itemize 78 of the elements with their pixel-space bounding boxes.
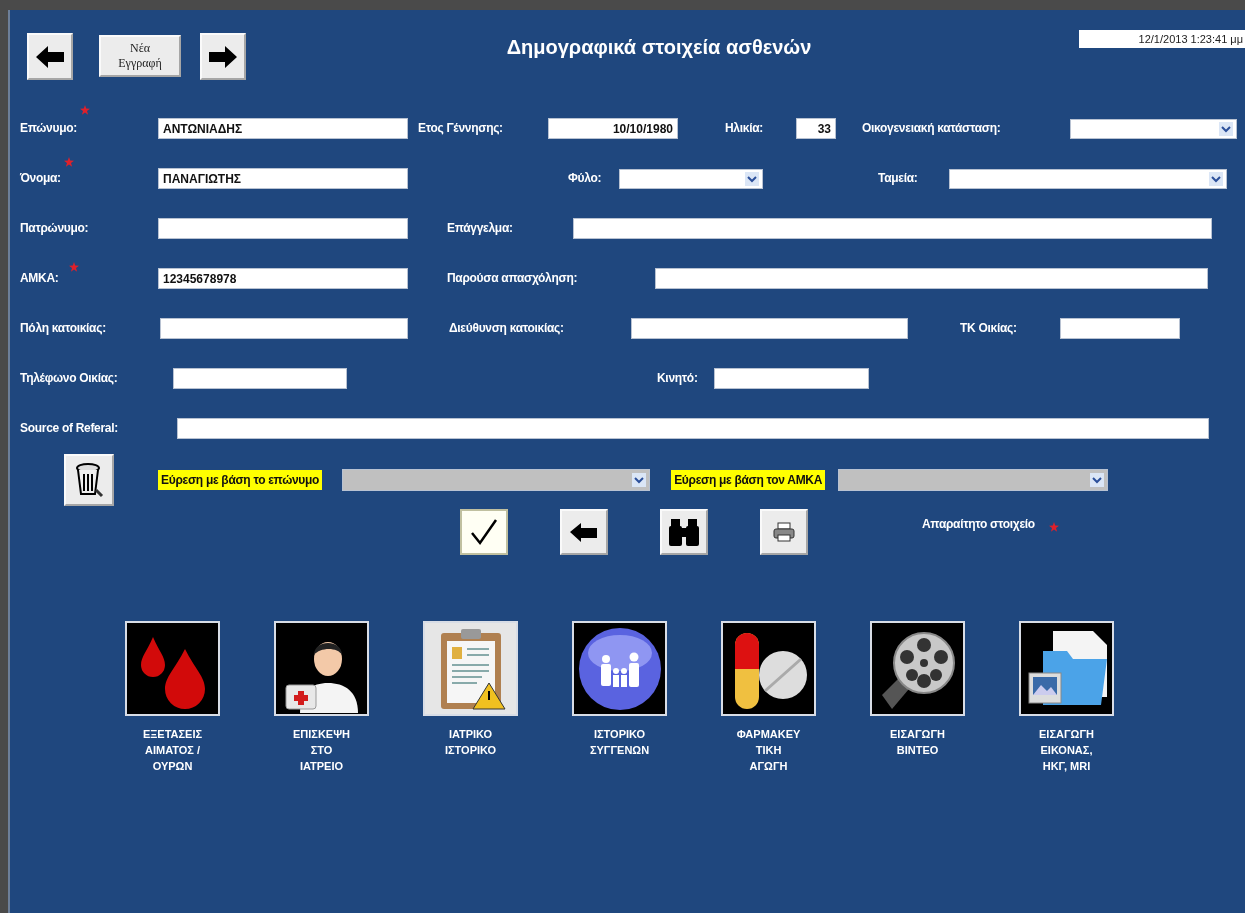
module-button[interactable] [125, 621, 220, 716]
module-label: ΙΑΤΡΙΚΟ ΙΣΤΟΡΙΚΟ [443, 727, 498, 758]
field-label: Διεύθυνση κατοικίας: [449, 320, 564, 337]
checkmark-icon [469, 517, 499, 547]
field-label: Παρούσα απασχόληση: [447, 270, 578, 287]
required-star-icon [63, 157, 74, 167]
field-label: Όνομα: [20, 170, 61, 187]
search-dropdown[interactable] [342, 468, 651, 491]
text-field[interactable] [173, 368, 347, 389]
save-button[interactable] [460, 509, 508, 555]
field-label: Πόλη κατοικίας: [20, 320, 106, 337]
module-label: ΦΑΡΜΑΚΕΥ ΤΙΚΗ ΑΓΩΓΗ [735, 727, 802, 774]
text-field[interactable]: 33 [796, 118, 836, 139]
module-button[interactable] [721, 621, 816, 716]
required-star-icon [79, 105, 90, 115]
text-field[interactable] [714, 368, 869, 389]
module-button[interactable] [870, 621, 965, 716]
delete-button[interactable] [64, 453, 114, 506]
find-button[interactable] [660, 509, 708, 555]
chevron-down-icon [1209, 171, 1223, 186]
print-button[interactable] [760, 509, 808, 555]
dropdown-field[interactable] [1070, 118, 1237, 139]
module-button[interactable] [274, 621, 369, 716]
module-label: ΙΣΤΟΡΙΚΟ ΣΥΓΓΕΝΩΝ [588, 727, 651, 758]
binoculars-icon [668, 517, 700, 547]
field-label: ΑΜΚΑ: [20, 270, 59, 287]
field-label: ΤΚ Οικίας: [960, 320, 1017, 337]
field-label: Ταμεία: [878, 170, 918, 187]
search-dropdown[interactable] [838, 468, 1109, 491]
right-arrow-icon [208, 43, 238, 70]
back-button[interactable] [560, 509, 608, 555]
form-title: Δημογραφικά στοιχεία ασθενών [505, 36, 813, 59]
required-star-icon [1048, 522, 1059, 532]
module-label: ΕΙΣΑΓΩΓΗ ΒΙΝΤΕΟ [889, 727, 946, 758]
required-star-icon [68, 262, 79, 272]
module-label: ΕΞΕΤΑΣΕΙΣ ΑΙΜΑΤΟΣ / ΟΥΡΩΝ [141, 727, 204, 774]
text-field[interactable] [573, 218, 1212, 239]
text-field[interactable] [631, 318, 908, 339]
text-field[interactable] [158, 218, 408, 239]
new-record-button[interactable]: Νέα Εγγραφή [99, 35, 181, 77]
field-label: Επάγγελμα: [447, 220, 513, 237]
field-label: Επώνυμο: [20, 120, 77, 137]
field-label: Ηλικία: [725, 120, 763, 137]
module-button[interactable] [1019, 621, 1114, 716]
search-label: Εύρεση με βάση τον ΑΜΚΑ [671, 469, 826, 490]
field-label: Φύλο: [568, 170, 602, 187]
chevron-down-icon [1219, 121, 1233, 136]
text-field[interactable]: 12345678978 [158, 268, 408, 289]
search-label: Εύρεση με βάση το επώνυμο [158, 469, 323, 490]
text-field[interactable] [655, 268, 1208, 289]
text-field[interactable] [1060, 318, 1180, 339]
text-field[interactable] [177, 418, 1209, 439]
chevron-down-icon [632, 472, 647, 487]
dropdown-field[interactable] [949, 168, 1227, 189]
module-label: ΕΙΣΑΓΩΓΗ ΕΙΚΟΝΑΣ, ΗΚΓ, MRI [1038, 727, 1095, 774]
text-field[interactable] [160, 318, 408, 339]
field-label: Source of Referal: [20, 420, 118, 437]
field-label: Ετος Γέννησης: [418, 120, 503, 137]
next-button[interactable] [200, 33, 246, 80]
left-arrow-icon [569, 521, 599, 543]
trash-can-icon [74, 461, 104, 498]
text-field[interactable]: ΑΝΤΩΝΙΑΔΗΣ [158, 118, 408, 139]
module-button[interactable] [572, 621, 667, 716]
datetime-field: 12/1/2013 1:23:41 μμ [1079, 30, 1245, 48]
chevron-down-icon [745, 171, 759, 186]
field-label: Τηλέφωνο Οικίας: [20, 370, 118, 387]
printer-icon [773, 522, 795, 542]
dropdown-field[interactable] [619, 168, 763, 189]
text-field[interactable]: ΠΑΝΑΓΙΩΤΗΣ [158, 168, 408, 189]
left-arrow-icon [35, 43, 65, 70]
module-label: ΕΠΙΣΚΕΨΗ ΣΤΟ ΙΑΤΡΕΙΟ [291, 727, 352, 774]
field-label: Κινητό: [657, 370, 698, 387]
required-legend: Απαραίτητο στοιχείο [922, 517, 1035, 531]
field-label: Πατρώνυμο: [20, 220, 89, 237]
field-label: Οικογενειακή κατάσταση: [862, 120, 1001, 137]
chevron-down-icon [1090, 472, 1105, 487]
text-field[interactable]: 10/10/1980 [548, 118, 678, 139]
previous-button[interactable] [27, 33, 73, 80]
